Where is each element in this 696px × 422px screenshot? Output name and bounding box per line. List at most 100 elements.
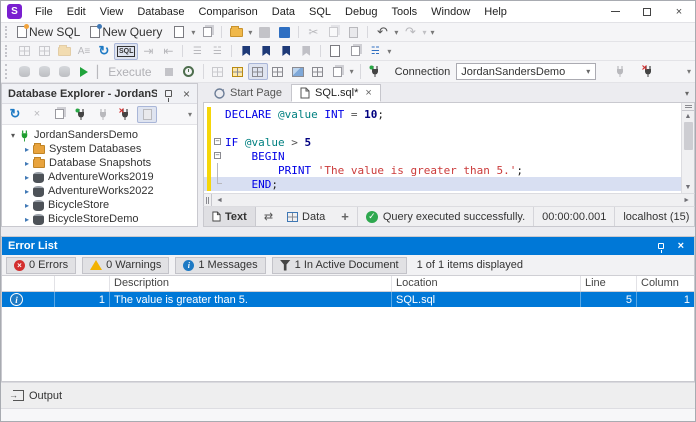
show-results-grid-button[interactable] bbox=[248, 63, 268, 80]
tree-item-system-databases[interactable]: ▸System Databases bbox=[2, 142, 197, 156]
pin-panel-icon[interactable] bbox=[165, 90, 172, 97]
splitter-grip-icon[interactable] bbox=[682, 103, 694, 111]
increase-indent-button[interactable]: ⇥ bbox=[138, 43, 158, 60]
menu-item-tools[interactable]: Tools bbox=[384, 3, 424, 21]
toggle-bookmark-button[interactable] bbox=[236, 43, 256, 60]
add-table-button[interactable] bbox=[228, 63, 248, 80]
splitter-grip-icon[interactable] bbox=[204, 194, 212, 206]
expand-icon[interactable]: ▸ bbox=[22, 173, 32, 182]
menu-item-comparison[interactable]: Comparison bbox=[191, 3, 264, 21]
open-containing-folder-button[interactable] bbox=[54, 43, 74, 60]
database-deploy-button[interactable] bbox=[54, 63, 74, 80]
menu-item-help[interactable]: Help bbox=[477, 3, 514, 21]
pin-results-button[interactable] bbox=[308, 63, 328, 80]
refresh-button[interactable]: ↻ bbox=[94, 43, 114, 60]
undo-dropdown-icon[interactable]: ▾ bbox=[392, 28, 400, 37]
copy-button[interactable] bbox=[323, 24, 343, 41]
close-button[interactable]: × bbox=[663, 1, 695, 22]
close-panel-icon[interactable]: × bbox=[180, 87, 193, 101]
filter-button-info[interactable]: i1 Messages bbox=[175, 257, 265, 274]
editor-horizontal-scrollbar[interactable]: ◄ ► bbox=[203, 193, 695, 206]
clear-bookmarks-button[interactable] bbox=[296, 43, 316, 60]
code-line-4[interactable]: − BEGIN bbox=[204, 149, 681, 163]
open-file-button[interactable] bbox=[226, 24, 246, 41]
connect-button[interactable] bbox=[610, 63, 630, 80]
scroll-down-icon[interactable]: ▼ bbox=[685, 182, 692, 193]
code-line-2[interactable] bbox=[204, 121, 681, 135]
fold-collapse-icon[interactable]: − bbox=[214, 152, 221, 159]
toolbar-grip[interactable] bbox=[5, 45, 10, 58]
new-connection-button[interactable] bbox=[365, 63, 385, 80]
column-header-number[interactable] bbox=[55, 276, 110, 291]
next-bookmark-button[interactable] bbox=[256, 43, 276, 60]
layout-dropdown-icon[interactable]: ▾ bbox=[348, 67, 356, 76]
text-case-button[interactable]: A≡ bbox=[74, 43, 94, 60]
delete-button[interactable]: × bbox=[27, 106, 47, 123]
code-editor[interactable]: DECLARE @value INT = 10; −IF @value > 5− … bbox=[203, 102, 695, 193]
window-layout-button[interactable] bbox=[328, 63, 348, 80]
disconnect-button[interactable] bbox=[638, 63, 658, 80]
new-snippet-button[interactable] bbox=[325, 43, 345, 60]
query-history-button[interactable] bbox=[179, 63, 199, 80]
uncomment-button[interactable]: ☱ bbox=[207, 43, 227, 60]
tab-sql-document[interactable]: SQL.sql* × bbox=[291, 84, 381, 102]
menu-item-database[interactable]: Database bbox=[130, 3, 191, 21]
navigate-forward-button[interactable] bbox=[34, 43, 54, 60]
disconnect-button[interactable] bbox=[115, 106, 135, 123]
column-header-column[interactable]: Column bbox=[637, 276, 694, 291]
maximize-button[interactable] bbox=[631, 1, 663, 22]
menu-item-edit[interactable]: Edit bbox=[60, 3, 93, 21]
toolbar-grip[interactable] bbox=[5, 64, 10, 79]
menu-item-view[interactable]: View bbox=[93, 3, 131, 21]
new-query-button[interactable]: New Query bbox=[87, 24, 169, 41]
undo-button[interactable]: ↶ bbox=[372, 24, 392, 41]
decrease-indent-button[interactable]: ⇤ bbox=[158, 43, 178, 60]
error-list-row[interactable]: i1The value is greater than 5.SQL.sql51 bbox=[2, 292, 694, 307]
column-header-location[interactable]: Location bbox=[392, 276, 581, 291]
expand-icon[interactable]: ▸ bbox=[22, 145, 32, 154]
new-window-button[interactable] bbox=[197, 24, 217, 41]
scroll-left-icon[interactable]: ◄ bbox=[212, 197, 227, 204]
toolbar-overflow-icon[interactable]: ▾ bbox=[428, 28, 436, 37]
visual-editor-button[interactable] bbox=[288, 63, 308, 80]
format-sql-button[interactable]: SQL bbox=[114, 43, 138, 60]
new-document-dropdown-icon[interactable]: ▾ bbox=[189, 28, 197, 37]
new-document-button[interactable] bbox=[169, 24, 189, 41]
tree-item-adventureworks2022[interactable]: ▸AdventureWorks2022 bbox=[2, 184, 197, 198]
code-line-1[interactable]: DECLARE @value INT = 10; bbox=[204, 107, 681, 121]
highlight-occurrences-button[interactable]: ☵ bbox=[365, 43, 385, 60]
expand-icon[interactable]: ▸ bbox=[22, 159, 32, 168]
database-sync-button[interactable] bbox=[14, 63, 34, 80]
cut-button[interactable]: ✂ bbox=[303, 24, 323, 41]
redo-button[interactable]: ↷ bbox=[400, 24, 420, 41]
paste-button[interactable] bbox=[343, 24, 363, 41]
new-sql-button[interactable]: New SQL bbox=[14, 24, 87, 41]
connection-combobox[interactable]: JordanSandersDemo ▾ bbox=[456, 63, 596, 80]
layout-panels-button[interactable] bbox=[268, 63, 288, 80]
navigate-backward-button[interactable] bbox=[14, 43, 34, 60]
column-header-severity[interactable] bbox=[2, 276, 55, 291]
previous-bookmark-button[interactable] bbox=[276, 43, 296, 60]
expand-icon[interactable]: ▸ bbox=[22, 201, 32, 210]
minimize-button[interactable] bbox=[599, 1, 631, 22]
column-header-line[interactable]: Line bbox=[581, 276, 637, 291]
code-line-3[interactable]: −IF @value > 5 bbox=[204, 135, 681, 149]
column-header-description[interactable]: Description bbox=[110, 276, 392, 291]
filter-button-warning[interactable]: 0 Warnings bbox=[82, 257, 169, 274]
tab-output[interactable]: Output bbox=[9, 388, 70, 404]
filter-button-error[interactable]: ×0 Errors bbox=[6, 257, 76, 274]
tree-item-database-snapshots[interactable]: ▸Database Snapshots bbox=[2, 156, 197, 170]
menu-item-debug[interactable]: Debug bbox=[338, 3, 384, 21]
new-connection-button[interactable] bbox=[71, 106, 91, 123]
swap-results-button[interactable]: ⇄ bbox=[256, 207, 279, 226]
tab-data-results[interactable]: Data bbox=[279, 207, 333, 226]
expand-icon[interactable]: ▸ bbox=[22, 215, 32, 224]
collapse-icon[interactable]: ▾ bbox=[8, 131, 18, 140]
fold-margin[interactable]: − bbox=[211, 149, 225, 163]
menu-item-window[interactable]: Window bbox=[424, 3, 477, 21]
filter-button-filter[interactable]: 1 In Active Document bbox=[272, 257, 407, 274]
query-profiler-button[interactable] bbox=[208, 63, 228, 80]
fold-collapse-icon[interactable]: − bbox=[214, 138, 221, 145]
editor-toolbar-overflow-icon[interactable]: ▾ bbox=[385, 47, 393, 56]
code-outline-button[interactable] bbox=[345, 43, 365, 60]
